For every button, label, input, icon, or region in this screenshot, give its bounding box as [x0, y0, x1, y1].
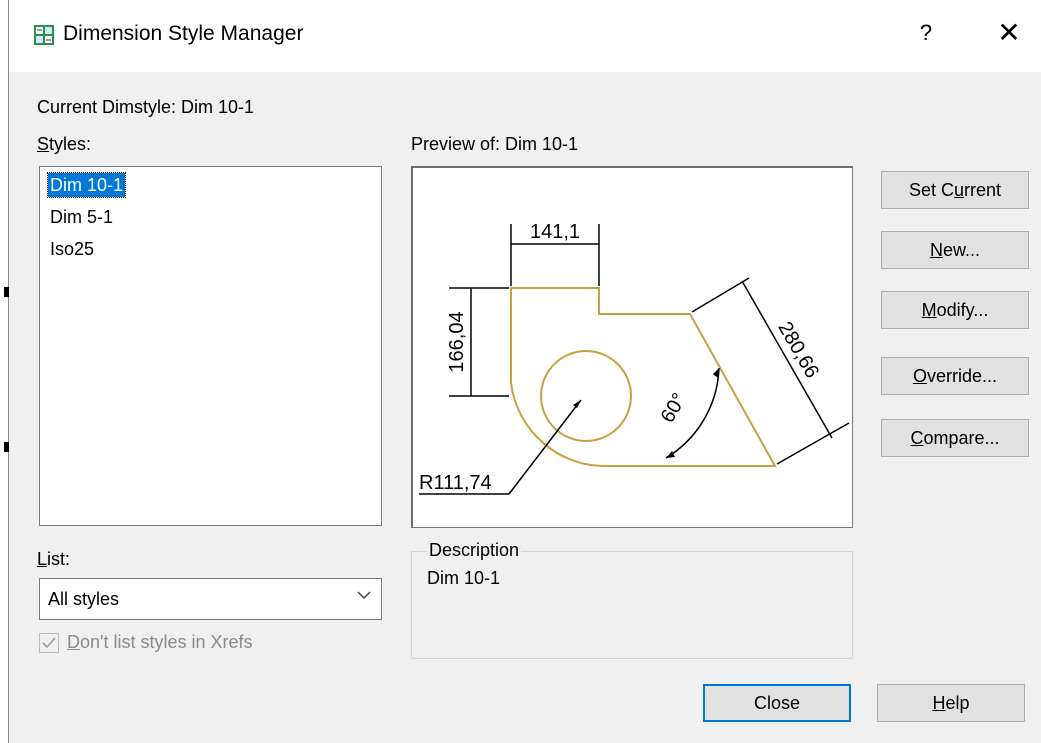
current-dimstyle-label: Current Dimstyle: Dim 10-1	[37, 97, 255, 117]
dim-text-top: 141,1	[530, 221, 580, 243]
dim-text-left: 166,04	[446, 311, 468, 372]
styles-listbox[interactable]: Dim 10-1 Dim 5-1 Iso25	[39, 166, 382, 526]
autocad-dimstyle-icon	[34, 25, 54, 45]
style-item-dim-5-1[interactable]: Dim 5-1	[48, 205, 115, 229]
dont-list-xrefs-label: Don't list styles in Xrefs	[67, 632, 253, 652]
description-text: Dim 10-1	[427, 568, 501, 588]
override-button[interactable]: Override...	[881, 357, 1029, 395]
chevron-down-icon	[357, 588, 371, 607]
dont-list-xrefs-checkbox[interactable]	[39, 633, 59, 653]
close-button[interactable]: Close	[703, 684, 851, 722]
style-item-iso25[interactable]: Iso25	[48, 237, 96, 261]
list-filter-dropdown[interactable]: All styles	[39, 578, 382, 620]
list-filter-value: All styles	[48, 589, 120, 609]
dim-text-angle: 60°	[657, 389, 691, 426]
checkmark-icon	[42, 637, 56, 649]
new-button[interactable]: New...	[881, 231, 1029, 269]
set-current-button[interactable]: Set Cu rrent	[881, 171, 1029, 209]
list-label: List:	[37, 549, 71, 569]
compare-button[interactable]: Compare...	[881, 419, 1029, 457]
window-title: Dimension Style Manager	[63, 22, 304, 45]
close-window-button[interactable]: ✕	[994, 16, 1024, 49]
dim-text-radius: R111,74	[419, 472, 492, 494]
title-bar: Dimension Style Manager ? ✕	[9, 0, 1041, 72]
preview-label: Preview of: Dim 10-1	[411, 134, 579, 154]
help-question-button[interactable]: ?	[914, 20, 938, 46]
preview-drawing: 141,1 166,04 280,66 60° R111,74	[419, 221, 850, 495]
styles-label: Styles:	[37, 134, 92, 154]
dimension-style-manager-dialog: Dimension Style Manager ? ✕ Current Dims…	[9, 0, 1041, 743]
dimension-preview: 141,1 166,04 280,66 60° R111,74	[411, 166, 853, 528]
description-legend: Description	[427, 540, 522, 561]
modify-button[interactable]: Modify...	[881, 291, 1029, 329]
help-button[interactable]: Help	[877, 684, 1025, 722]
background-window-edge	[0, 0, 9, 743]
style-item-dim-10-1[interactable]: Dim 10-1	[46, 172, 127, 198]
